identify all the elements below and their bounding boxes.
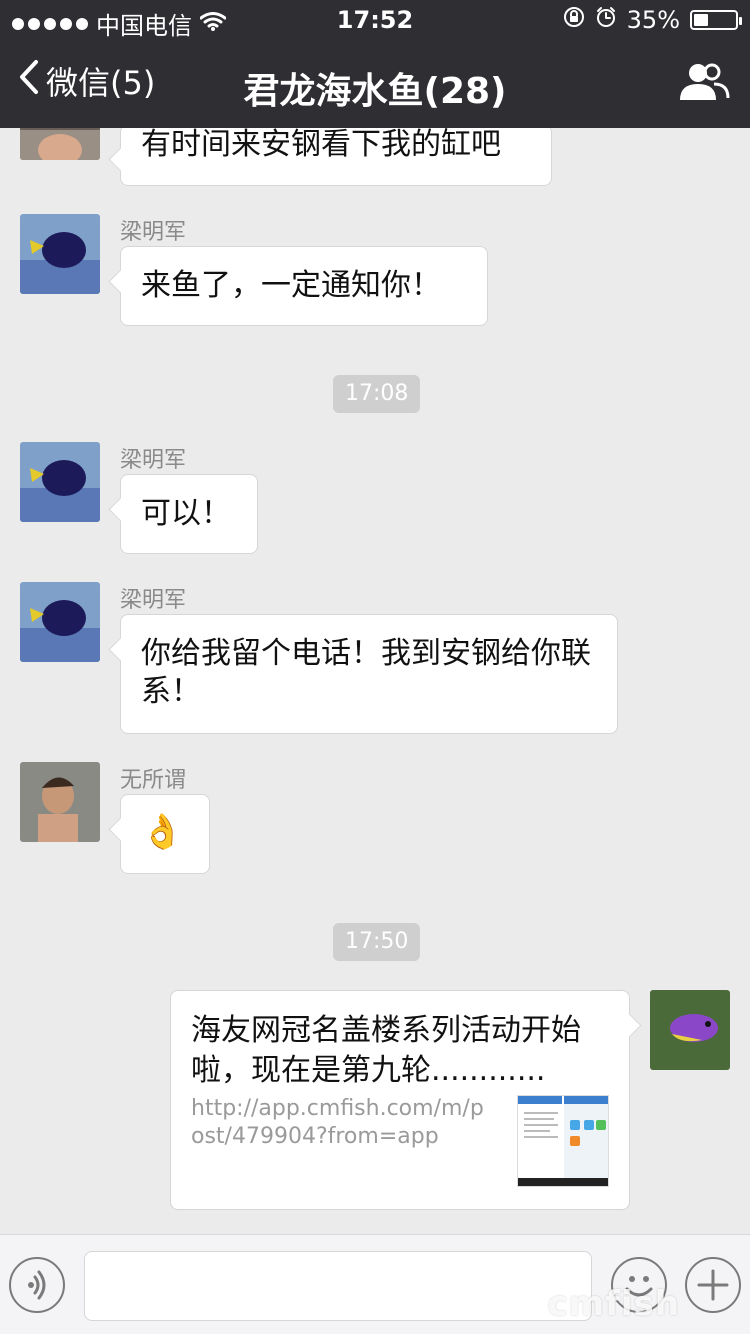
message-input[interactable] (84, 1251, 592, 1321)
status-bar: 中国电信 17:52 35% (0, 0, 750, 40)
message-bubble[interactable]: 来鱼了，一定通知你！ (120, 246, 488, 326)
avatar[interactable] (650, 990, 730, 1070)
rotation-lock-icon (563, 6, 585, 34)
battery-percent: 35% (626, 6, 680, 34)
sender-name: 梁明军 (120, 220, 187, 245)
navbar: 微信(5) 君龙海水鱼(28) (0, 40, 750, 128)
input-bar: cmfish (0, 1234, 750, 1334)
fish-photo-icon (20, 442, 100, 522)
avatar[interactable] (20, 128, 100, 160)
ok-hand-icon: 👌 (141, 812, 184, 852)
child-photo-icon (20, 128, 100, 160)
avatar[interactable] (20, 214, 100, 294)
voice-button[interactable] (9, 1257, 65, 1313)
avatar[interactable] (20, 442, 100, 522)
message-text: 你给我留个电话！我到安钢给你联系！ (141, 636, 591, 709)
plus-icon (697, 1269, 729, 1301)
sender-name: 梁明军 (120, 448, 187, 473)
timestamp: 17:08 (333, 375, 421, 413)
message-bubble[interactable]: 你给我留个电话！我到安钢给你联系！ (120, 614, 618, 734)
message-bubble[interactable]: 👌 (120, 794, 210, 874)
chat-title: 君龙海水鱼(28) (243, 71, 507, 112)
link-card-title: 海友网冠名盖楼系列活动开始啦，现在是第九轮............ (191, 1013, 581, 1088)
voice-icon (28, 1270, 46, 1300)
message-bubble[interactable]: 有时间来安钢看下我的缸吧 (120, 128, 552, 186)
link-card[interactable]: 海友网冠名盖楼系列活动开始啦，现在是第九轮............ http:/… (170, 990, 630, 1210)
avatar[interactable] (20, 582, 100, 662)
group-info-button[interactable] (678, 62, 730, 102)
link-card-url: http://app.cmfish.com/m/post/479904?from… (191, 1096, 484, 1149)
alarm-icon (595, 6, 617, 34)
chat-list[interactable]: 有时间来安钢看下我的缸吧 梁明军 来鱼了，一定通知你！ 17:08 梁明军 可以… (0, 128, 750, 1234)
message-text: 可以！ (141, 496, 231, 531)
group-icon (678, 63, 730, 106)
avatar[interactable] (20, 762, 100, 842)
message-text: 来鱼了，一定通知你！ (141, 268, 441, 303)
fish-photo-icon (20, 214, 100, 294)
battery-icon (690, 10, 742, 30)
fish-photo-icon (20, 582, 100, 662)
timestamp: 17:50 (333, 923, 421, 961)
link-thumbnail (517, 1095, 609, 1187)
plus-button[interactable] (685, 1257, 741, 1313)
message-text: 有时间来安钢看下我的缸吧 (141, 128, 501, 162)
status-right: 35% (563, 6, 742, 34)
sender-name: 梁明军 (120, 588, 187, 613)
watermark: cmfish (547, 1284, 680, 1324)
fish-photo-icon (650, 990, 730, 1070)
message-bubble[interactable]: 可以！ (120, 474, 258, 554)
app-screenshot-icon (518, 1096, 608, 1186)
child-photo-icon (20, 762, 100, 842)
sender-name: 无所谓 (120, 768, 187, 793)
